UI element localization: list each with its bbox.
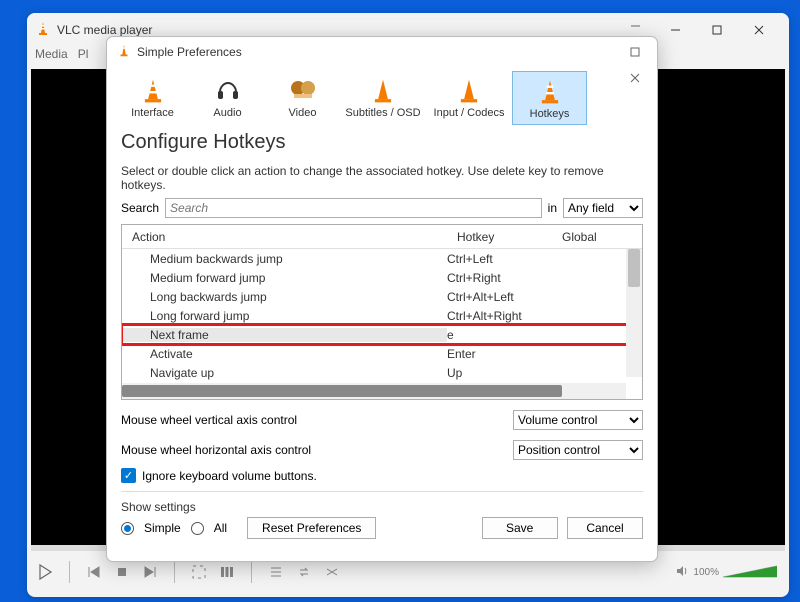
scrollbar-thumb[interactable]	[628, 249, 640, 287]
cell-action: Long backwards jump	[122, 290, 447, 304]
scrollbar-thumb[interactable]	[122, 385, 562, 397]
ignore-kb-checkbox[interactable]: ✓	[121, 468, 136, 483]
prefs-maximize-button[interactable]	[617, 39, 653, 65]
play-button[interactable]	[33, 560, 57, 584]
vlc-title: VLC media player	[57, 23, 152, 37]
cell-hotkey: Ctrl+Alt+Left	[447, 290, 552, 304]
close-button[interactable]	[741, 17, 777, 43]
cell-action: Medium backwards jump	[122, 252, 447, 266]
tab-subtitles-label: Subtitles / OSD	[345, 107, 420, 119]
minimize-button[interactable]	[657, 17, 693, 43]
mouse-vertical-select[interactable]: Volume control	[513, 410, 643, 430]
tab-audio-label: Audio	[213, 107, 241, 119]
separator	[69, 561, 70, 583]
tab-video-label: Video	[289, 107, 317, 119]
stop-button[interactable]	[110, 560, 134, 584]
table-row[interactable]: Next framee	[122, 325, 642, 344]
cone-icon	[115, 77, 190, 105]
prefs-minimize-button[interactable]	[617, 13, 653, 39]
col-action[interactable]: Action	[122, 230, 447, 244]
cell-hotkey: Ctrl+Left	[447, 252, 552, 266]
mouse-vertical-label: Mouse wheel vertical axis control	[121, 413, 297, 427]
col-hotkey[interactable]: Hotkey	[447, 230, 552, 244]
mouse-horizontal-select[interactable]: Position control	[513, 440, 643, 460]
headphones-icon	[190, 77, 265, 105]
col-global[interactable]: Global	[552, 230, 612, 244]
tab-audio[interactable]: Audio	[190, 71, 265, 125]
cell-action: Medium forward jump	[122, 271, 447, 285]
cell-hotkey: Ctrl+Right	[447, 271, 552, 285]
vlc-cone-icon	[35, 21, 51, 40]
cancel-button[interactable]: Cancel	[567, 517, 643, 539]
prev-button[interactable]	[82, 560, 106, 584]
tab-input-label: Input / Codecs	[434, 107, 505, 119]
show-settings-label: Show settings	[121, 500, 376, 514]
preferences-dialog: Simple Preferences Interface Audio Video…	[106, 36, 658, 562]
menu-media[interactable]: Media	[35, 47, 68, 61]
separator	[174, 561, 175, 583]
vertical-scrollbar[interactable]	[626, 249, 642, 377]
save-button[interactable]: Save	[482, 517, 558, 539]
in-label: in	[548, 201, 557, 215]
instruction-text: Select or double click an action to chan…	[121, 164, 643, 192]
cell-action: Long forward jump	[122, 309, 447, 323]
horizontal-scrollbar[interactable]	[122, 383, 626, 399]
table-row[interactable]: Long backwards jumpCtrl+Alt+Left	[122, 287, 642, 306]
tab-hotkeys-label: Hotkeys	[530, 108, 570, 120]
table-row[interactable]: Long forward jumpCtrl+Alt+Right	[122, 306, 642, 325]
cell-action: Activate	[122, 347, 447, 361]
tab-hotkeys[interactable]: Hotkeys	[512, 71, 587, 125]
playlist-button[interactable]	[264, 560, 288, 584]
ignore-kb-label: Ignore keyboard volume buttons.	[142, 469, 317, 483]
cell-hotkey: Up	[447, 366, 552, 380]
tab-interface-label: Interface	[131, 107, 174, 119]
search-input[interactable]	[165, 198, 542, 218]
cone-icon	[513, 78, 586, 106]
loop-button[interactable]	[292, 560, 316, 584]
radio-simple-label: Simple	[144, 521, 181, 535]
tab-subtitles[interactable]: Subtitles / OSD	[340, 71, 426, 125]
prefs-titlebar: Simple Preferences	[107, 37, 657, 67]
random-button[interactable]	[320, 560, 344, 584]
cone-icon	[426, 77, 512, 105]
prefs-tabs: Interface Audio Video Subtitles / OSD In…	[107, 67, 657, 125]
volume-text: 100%	[693, 567, 719, 578]
vlc-cone-icon	[117, 44, 131, 61]
cone-icon	[340, 77, 426, 105]
search-label: Search	[121, 201, 159, 215]
maximize-button[interactable]	[699, 17, 735, 43]
ext-settings-button[interactable]	[215, 560, 239, 584]
table-row[interactable]: Navigate upUp	[122, 363, 642, 382]
menu-pl[interactable]: Pl	[78, 47, 89, 61]
in-field-select[interactable]: Any field	[563, 198, 643, 218]
cell-hotkey: e	[447, 328, 552, 342]
radio-all[interactable]	[191, 522, 204, 535]
prefs-heading: Configure Hotkeys	[121, 131, 643, 154]
fullscreen-button[interactable]	[187, 560, 211, 584]
speaker-icon[interactable]	[675, 564, 689, 581]
cell-action: Navigate up	[122, 366, 447, 380]
film-icon	[265, 77, 340, 105]
reset-button[interactable]: Reset Preferences	[247, 517, 376, 539]
radio-simple[interactable]	[121, 522, 134, 535]
tab-input[interactable]: Input / Codecs	[426, 71, 512, 125]
mouse-horizontal-label: Mouse wheel horizontal axis control	[121, 443, 311, 457]
next-button[interactable]	[138, 560, 162, 584]
hotkeys-table: Action Hotkey Global Medium backwards ju…	[121, 224, 643, 400]
table-row[interactable]: Medium backwards jumpCtrl+Left	[122, 249, 642, 268]
prefs-title: Simple Preferences	[137, 45, 242, 59]
cell-hotkey: Enter	[447, 347, 552, 361]
separator	[251, 561, 252, 583]
radio-all-label: All	[214, 521, 227, 535]
table-row[interactable]: Medium forward jumpCtrl+Right	[122, 268, 642, 287]
tab-video[interactable]: Video	[265, 71, 340, 125]
table-row[interactable]: ActivateEnter	[122, 344, 642, 363]
volume-slider[interactable]	[723, 565, 777, 579]
cell-hotkey: Ctrl+Alt+Right	[447, 309, 552, 323]
tab-interface[interactable]: Interface	[115, 71, 190, 125]
cell-action: Next frame	[122, 328, 447, 342]
